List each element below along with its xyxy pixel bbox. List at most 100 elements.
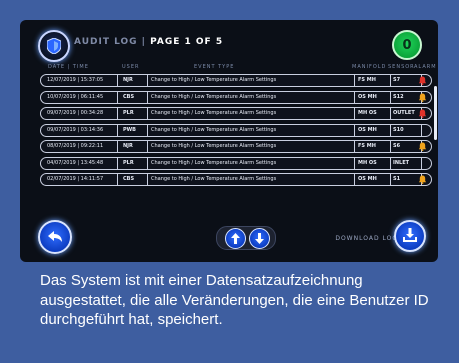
column-divider (117, 157, 118, 169)
column-divider (354, 75, 355, 86)
column-divider (354, 141, 355, 152)
bell-icon (418, 175, 427, 184)
column-divider (354, 108, 355, 119)
row-date-time: 08/07/2019 | 09:22:11 (47, 143, 104, 149)
page-title: AUDIT LOG | PAGE 1 OF 5 (74, 37, 223, 47)
column-divider (117, 91, 118, 103)
footer: DOWNLOAD LOG (20, 216, 438, 262)
row-date-time: 02/07/2019 | 14:11:57 (47, 176, 104, 182)
row-user: NJR (123, 143, 133, 149)
column-divider (147, 157, 148, 169)
table-row[interactable]: 10/07/2019 | 06:11:45 CBS Change to High /… (40, 90, 432, 104)
column-divider (147, 91, 148, 103)
column-divider (147, 141, 148, 152)
row-user: CBS (123, 176, 135, 182)
row-sensor: INLET (393, 159, 410, 166)
column-divider (117, 124, 118, 136)
row-event-type: Change to High / Low Temperature Alarm S… (151, 110, 277, 116)
column-header-alarm: ALARM (414, 64, 437, 70)
page-nav (216, 226, 276, 250)
row-manifold: OS MH (358, 126, 377, 133)
page-down-button[interactable] (249, 228, 270, 249)
row-manifold: FS MH (358, 143, 376, 149)
arrow-up-icon (231, 233, 240, 244)
table-row[interactable]: 09/07/2019 | 00:34:28 PLR Change to High /… (40, 107, 432, 120)
column-divider (390, 124, 391, 136)
back-button[interactable] (38, 220, 72, 254)
row-event-type: Change to High / Low Temperature Alarm S… (151, 126, 277, 133)
audit-log-table: 12/07/2019 | 15:37:05 NJR Change to High /… (40, 74, 432, 190)
title-page: PAGE 1 OF 5 (150, 37, 224, 47)
column-header-date-time: DATE | TIME (48, 64, 89, 70)
row-event-type: Change to High / Low Temperature Alarm S… (151, 77, 277, 83)
row-event-type: Change to High / Low Temperature Alarm S… (151, 159, 277, 166)
column-divider (147, 75, 148, 86)
row-date-time: 12/07/2019 | 15:37:05 (47, 77, 104, 83)
download-log-label: DOWNLOAD LOG (335, 235, 398, 242)
column-divider (354, 91, 355, 103)
column-divider (390, 91, 391, 103)
table-row[interactable]: 09/07/2019 | 03:14:36 PWB Change to High /… (40, 123, 432, 137)
back-arrow-icon (48, 231, 62, 242)
column-header-user: USER (122, 64, 140, 70)
shield-button[interactable] (38, 30, 70, 62)
column-divider (117, 108, 118, 119)
download-log-button[interactable] (394, 220, 426, 252)
column-divider (390, 75, 391, 86)
row-date-time: 09/07/2019 | 03:14:36 (47, 126, 104, 133)
caption-text: Das System ist mit einer Datensatzaufzei… (40, 272, 429, 328)
column-divider (421, 124, 422, 136)
arrow-down-icon (255, 233, 264, 244)
column-divider (147, 124, 148, 136)
column-header-manifold: MANIFOLD (352, 64, 387, 70)
shield-icon (47, 38, 61, 54)
bell-icon (418, 142, 427, 151)
column-header-sensor: SENSOR (388, 64, 415, 70)
column-divider (117, 174, 118, 185)
audit-log-screen: AUDIT LOG | PAGE 1 OF 5 0 DATE | TIME US… (20, 20, 438, 262)
row-event-type: Change to High / Low Temperature Alarm S… (151, 93, 277, 100)
scrollbar[interactable] (434, 86, 437, 140)
download-icon (403, 228, 417, 242)
row-event-type: Change to High / Low Temperature Alarm S… (151, 143, 277, 149)
row-date-time: 10/07/2019 | 06:11:45 (47, 93, 104, 100)
alarm-count-badge[interactable]: 0 (392, 30, 422, 60)
row-user: PLR (123, 110, 134, 116)
row-event-type: Change to High / Low Temperature Alarm S… (151, 176, 277, 182)
row-sensor: S10 (393, 126, 404, 133)
row-manifold: FS MH (358, 77, 376, 83)
column-divider (117, 141, 118, 152)
row-manifold: MH OS (358, 159, 377, 166)
table-row[interactable]: 08/07/2019 | 09:22:11 NJR Change to High /… (40, 140, 432, 153)
row-user: NJR (123, 77, 133, 83)
bell-icon (418, 109, 427, 118)
table-row[interactable]: 04/07/2019 | 13:45:48 PLR Change to High /… (40, 156, 432, 170)
column-divider (390, 108, 391, 119)
page-up-button[interactable] (225, 228, 246, 249)
table-row[interactable]: 12/07/2019 | 15:37:05 NJR Change to High /… (40, 74, 432, 87)
row-user: PWB (123, 126, 136, 133)
row-manifold: MH OS (358, 110, 377, 116)
column-divider (147, 108, 148, 119)
title-prefix: AUDIT LOG | (74, 37, 151, 47)
column-divider (354, 174, 355, 185)
row-manifold: OS MH (358, 176, 377, 182)
column-divider (354, 157, 355, 169)
column-divider (390, 141, 391, 152)
row-user: CBS (123, 93, 135, 100)
column-divider (147, 174, 148, 185)
table-row[interactable]: 02/07/2019 | 14:11:57 CBS Change to High /… (40, 173, 432, 186)
row-date-time: 09/07/2019 | 00:34:28 (47, 110, 104, 116)
column-divider (354, 124, 355, 136)
column-divider (421, 157, 422, 169)
column-divider (390, 174, 391, 185)
column-divider (390, 157, 391, 169)
bell-icon (418, 76, 427, 85)
bell-icon (418, 92, 427, 102)
header: AUDIT LOG | PAGE 1 OF 5 0 (20, 20, 438, 64)
row-user: PLR (123, 159, 134, 166)
row-manifold: OS MH (358, 93, 377, 100)
row-date-time: 04/07/2019 | 13:45:48 (47, 159, 104, 166)
column-header-event-type: EVENT TYPE (194, 64, 235, 70)
column-divider (117, 75, 118, 86)
